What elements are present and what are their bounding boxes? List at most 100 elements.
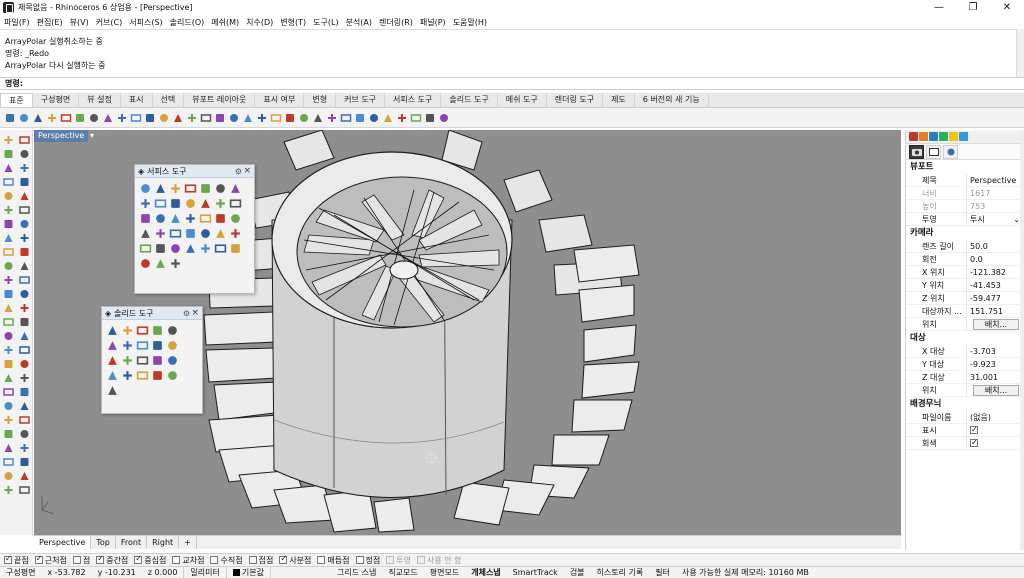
copy-icon[interactable] (88, 112, 100, 124)
lock-icon[interactable] (214, 112, 226, 124)
grid-snap-toggle[interactable]: 그리드 스냅 (331, 567, 382, 578)
tab-set-view[interactable]: 뷰 설정 (79, 93, 121, 107)
close-icon[interactable]: × (243, 166, 251, 176)
surface-tool-icon[interactable] (214, 182, 227, 195)
solid-tool-icon[interactable] (136, 354, 149, 367)
sphere-tool-icon[interactable] (18, 218, 31, 230)
osnap-vertex[interactable]: 정점 (355, 555, 380, 566)
osnap-checkbox[interactable] (134, 554, 143, 564)
tab-cplanes[interactable]: 구성평면 (33, 93, 80, 107)
maximize-button[interactable]: ❐ (956, 0, 990, 15)
extra4-tool-icon[interactable] (18, 456, 31, 468)
open-file-icon[interactable] (18, 112, 30, 124)
surface-tool-icon[interactable] (154, 197, 167, 210)
surface-tool-icon[interactable] (139, 197, 152, 210)
units-indicator[interactable]: 밀리미터 (184, 566, 227, 578)
tab-solid-tools[interactable]: 솔리드 도구 (441, 93, 498, 107)
solid-tools-palette-header[interactable]: ◈ 솔리드 도구 ⚙ × (102, 307, 202, 320)
lasso-icon[interactable] (382, 112, 394, 124)
surface-tool-icon[interactable] (139, 257, 152, 270)
pan-icon[interactable] (130, 112, 142, 124)
snap-tool-icon[interactable] (18, 386, 31, 398)
solid-tool-icon[interactable] (106, 384, 119, 397)
viewport-menu-arrow-icon[interactable]: ▾ (90, 130, 94, 142)
options-tool-icon[interactable] (18, 400, 31, 412)
zoom-icon[interactable] (158, 112, 170, 124)
cut-icon[interactable] (74, 112, 86, 124)
close-button[interactable]: ✕ (990, 0, 1024, 15)
gumball-toggle[interactable]: 검볼 (564, 567, 591, 578)
solid-tool-icon[interactable] (106, 369, 119, 382)
solid-tool-icon[interactable] (136, 324, 149, 337)
extra2-tool-icon[interactable] (18, 442, 31, 454)
menu-surface[interactable]: 서피스(S) (126, 17, 165, 28)
select-icon[interactable] (396, 112, 408, 124)
surface-tool-icon[interactable] (199, 242, 212, 255)
view-tab-top[interactable]: Top (91, 536, 116, 549)
camera-tool-icon[interactable] (2, 414, 15, 426)
extra7-tool-icon[interactable] (2, 484, 15, 496)
title-field[interactable]: Perspective (966, 174, 1024, 186)
osnap-intersection[interactable]: 교차점 (172, 555, 204, 566)
gear-icon[interactable]: ⚙ (183, 309, 190, 318)
distance-to-target-field[interactable]: 151.751 (966, 305, 1024, 317)
extra-tool-icon[interactable] (2, 442, 15, 454)
show-wallpaper-checkbox[interactable] (970, 424, 978, 436)
help-tool-icon[interactable] (18, 428, 31, 440)
osnap-checkbox[interactable] (386, 556, 395, 564)
solid-tool-icon[interactable] (151, 369, 164, 382)
osnap-checkbox[interactable] (248, 556, 257, 564)
menu-dimension[interactable]: 치수(D) (243, 17, 276, 28)
osnap-checkbox[interactable] (72, 556, 81, 564)
tab-standard[interactable]: 표준 (0, 93, 33, 107)
osnap-mid[interactable]: 중간점 (96, 554, 128, 566)
zoom-window-icon[interactable] (172, 112, 184, 124)
surface-tool-icon[interactable] (154, 227, 167, 240)
view-tab-front[interactable]: Front (116, 536, 148, 549)
mirror-tool-icon[interactable] (18, 316, 31, 328)
tab-transform[interactable]: 변형 (304, 93, 337, 107)
folder-icon[interactable] (949, 132, 958, 141)
array-tool-icon[interactable] (2, 330, 15, 342)
check-tool-icon[interactable] (18, 372, 31, 384)
menu-curve[interactable]: 커브(C) (93, 17, 126, 28)
perspective-viewport[interactable]: Perspective ▾ ◈ 서피스 도구 ⚙ × ◈ 솔리드 도구 ⚙ × (34, 130, 901, 535)
z-location-field[interactable]: -59.477 (966, 292, 1024, 304)
solid-tool-icon[interactable] (136, 369, 149, 382)
surface-tool-icon[interactable] (169, 227, 182, 240)
surface-tool-icon[interactable] (184, 182, 197, 195)
grid-icon[interactable] (228, 112, 240, 124)
close-icon[interactable]: × (191, 308, 199, 318)
command-history-scrollbar[interactable] (1016, 29, 1024, 77)
cplane-indicator[interactable]: 구성평면 (0, 567, 41, 578)
solid-tool-icon[interactable] (121, 354, 134, 367)
filter-toggle[interactable]: 필터 (649, 567, 676, 578)
surface-tool-icon[interactable] (154, 212, 167, 225)
target-place-button[interactable]: 배치... (973, 385, 1019, 396)
osnap-end[interactable]: 끝점 (4, 554, 29, 566)
properties-icon[interactable] (909, 132, 918, 141)
solid-tool-icon[interactable] (106, 324, 119, 337)
new-file-icon[interactable] (4, 112, 16, 124)
box-tool-icon[interactable] (2, 218, 15, 230)
split-tool-icon[interactable] (18, 260, 31, 272)
surface-tool-icon[interactable] (169, 212, 182, 225)
surface-tool-icon[interactable] (214, 197, 227, 210)
curve-tool-icon[interactable] (18, 148, 31, 160)
rendered-icon[interactable] (354, 112, 366, 124)
view-tab-perspective[interactable]: Perspective (34, 536, 92, 549)
point-tool-icon[interactable] (18, 134, 31, 146)
polygon-tool-icon[interactable] (18, 176, 31, 188)
help-icon[interactable] (438, 112, 450, 124)
solid-tool-icon[interactable] (121, 339, 134, 352)
menu-file[interactable]: 파일(F) (1, 17, 33, 28)
zoom-extents-icon[interactable] (186, 112, 198, 124)
surface-tool-icon[interactable] (214, 227, 227, 240)
x-location-field[interactable]: -121.382 (966, 266, 1024, 278)
explode-tool-icon[interactable] (18, 274, 31, 286)
properties-icon[interactable] (256, 112, 268, 124)
select-tool-icon[interactable] (2, 134, 15, 146)
history-tool-icon[interactable] (2, 400, 15, 412)
lock-tool-icon[interactable] (2, 358, 15, 370)
surface-tool-icon[interactable] (199, 197, 212, 210)
